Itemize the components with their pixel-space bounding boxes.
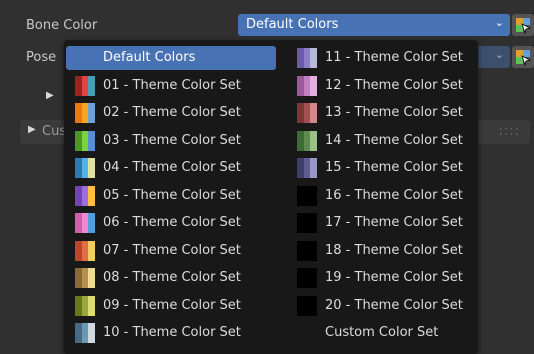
color-swatch-icon	[75, 295, 95, 316]
menu-item-label: 18 - Theme Color Set	[325, 242, 463, 258]
color-swatch-icon	[75, 185, 95, 206]
expand-triangle-icon: ▶	[46, 90, 54, 101]
menu-item[interactable]: 17 - Theme Color Set	[288, 211, 474, 235]
bone-color-value: Default Colors	[246, 17, 339, 32]
menu-item[interactable]: 18 - Theme Color Set	[288, 239, 474, 263]
menu-item[interactable]: 15 - Theme Color Set	[288, 156, 474, 180]
color-swatch-icon	[75, 75, 95, 96]
color-swatch-icon	[297, 103, 317, 123]
menu-item-label: 06 - Theme Color Set	[103, 215, 241, 230]
chevron-down-icon: ⌄	[494, 16, 504, 29]
color-swatch-icon	[75, 268, 95, 288]
color-swatch-icon	[297, 213, 317, 233]
bone-color-label: Bone Color	[26, 18, 98, 33]
menu-item[interactable]: 16 - Theme Color Set	[288, 184, 474, 208]
menu-item[interactable]: 13 - Theme Color Set	[288, 101, 474, 125]
menu-item[interactable]: 20 - Theme Color Set	[288, 294, 474, 318]
menu-item-label: 10 - Theme Color Set	[103, 325, 241, 340]
menu-item[interactable]: 07 - Theme Color Set	[66, 239, 276, 263]
color-swatch-icon	[297, 130, 317, 151]
color-swatch-icon	[297, 185, 317, 206]
menu-item-label: Default Colors	[103, 50, 196, 65]
menu-item-label: 07 - Theme Color Set	[103, 242, 241, 258]
drag-grip-icon[interactable]: ::::	[498, 124, 520, 139]
menu-item[interactable]: 02 - Theme Color Set	[66, 101, 276, 125]
menu-item-label: 16 - Theme Color Set	[325, 187, 463, 203]
menu-item-label: 12 - Theme Color Set	[325, 77, 463, 93]
menu-item-label: 02 - Theme Color Set	[103, 105, 241, 120]
menu-item[interactable]: 10 - Theme Color Set	[66, 321, 276, 345]
menu-item[interactable]: 11 - Theme Color Set	[288, 46, 474, 70]
pose-eyedropper-button[interactable]	[512, 46, 534, 68]
bone-color-dropdown[interactable]: Default Colors ⌄	[238, 14, 510, 36]
color-swatch-icon	[75, 158, 95, 178]
menu-item-label: 20 - Theme Color Set	[325, 297, 463, 313]
menu-item[interactable]: Default Colors	[66, 46, 276, 70]
chevron-down-icon: ⌄	[494, 48, 504, 61]
color-swatch-icon	[75, 323, 95, 343]
menu-item-label: 08 - Theme Color Set	[103, 270, 241, 285]
menu-item-label: 11 - Theme Color Set	[325, 50, 463, 65]
menu-item-label: 14 - Theme Color Set	[325, 132, 463, 148]
bone-color-eyedropper-button[interactable]	[512, 14, 534, 36]
color-swatch-icon	[297, 295, 317, 316]
color-swatch-icon	[297, 75, 317, 96]
menu-item[interactable]: 04 - Theme Color Set	[66, 156, 276, 180]
menu-item-label: 05 - Theme Color Set	[103, 187, 241, 203]
menu-item[interactable]: Custom Color Set	[288, 321, 474, 345]
menu-item-label: 15 - Theme Color Set	[325, 160, 463, 175]
menu-item[interactable]: 05 - Theme Color Set	[66, 184, 276, 208]
menu-item-label: 13 - Theme Color Set	[325, 105, 463, 120]
color-swatch-icon	[297, 48, 317, 68]
menu-item[interactable]: 01 - Theme Color Set	[66, 74, 276, 98]
color-swatch-icon	[75, 240, 95, 261]
menu-item[interactable]: 09 - Theme Color Set	[66, 294, 276, 318]
color-swatch-icon	[297, 268, 317, 288]
eyedropper-icon	[516, 50, 532, 67]
menu-item-label: 17 - Theme Color Set	[325, 215, 463, 230]
color-swatch-icon	[75, 103, 95, 123]
menu-item-label: 19 - Theme Color Set	[325, 270, 463, 285]
menu-item[interactable]: 06 - Theme Color Set	[66, 211, 276, 235]
menu-item[interactable]: 19 - Theme Color Set	[288, 266, 474, 290]
bone-color-row: Bone Color Default Colors ⌄	[20, 14, 534, 38]
menu-item[interactable]: 12 - Theme Color Set	[288, 74, 474, 98]
eyedropper-icon	[516, 18, 532, 35]
color-swatch-icon	[75, 130, 95, 151]
menu-item-label: 01 - Theme Color Set	[103, 77, 241, 93]
menu-item[interactable]: 03 - Theme Color Set	[66, 129, 276, 153]
color-swatch-icon	[297, 240, 317, 261]
menu-item[interactable]: 08 - Theme Color Set	[66, 266, 276, 290]
menu-item-label: 03 - Theme Color Set	[103, 132, 241, 148]
pose-label: Pose	[26, 50, 57, 65]
expand-triangle-icon: ▶	[28, 124, 36, 135]
color-swatch-icon	[297, 158, 317, 178]
menu-item-label: 04 - Theme Color Set	[103, 160, 241, 175]
menu-item-label: Custom Color Set	[325, 325, 439, 340]
menu-item-label: 09 - Theme Color Set	[103, 297, 241, 313]
color-swatch-icon	[75, 213, 95, 233]
bone-color-menu: Default Colors 01 - Theme Color Set 02 - T…	[64, 40, 478, 354]
menu-item[interactable]: 14 - Theme Color Set	[288, 129, 474, 153]
